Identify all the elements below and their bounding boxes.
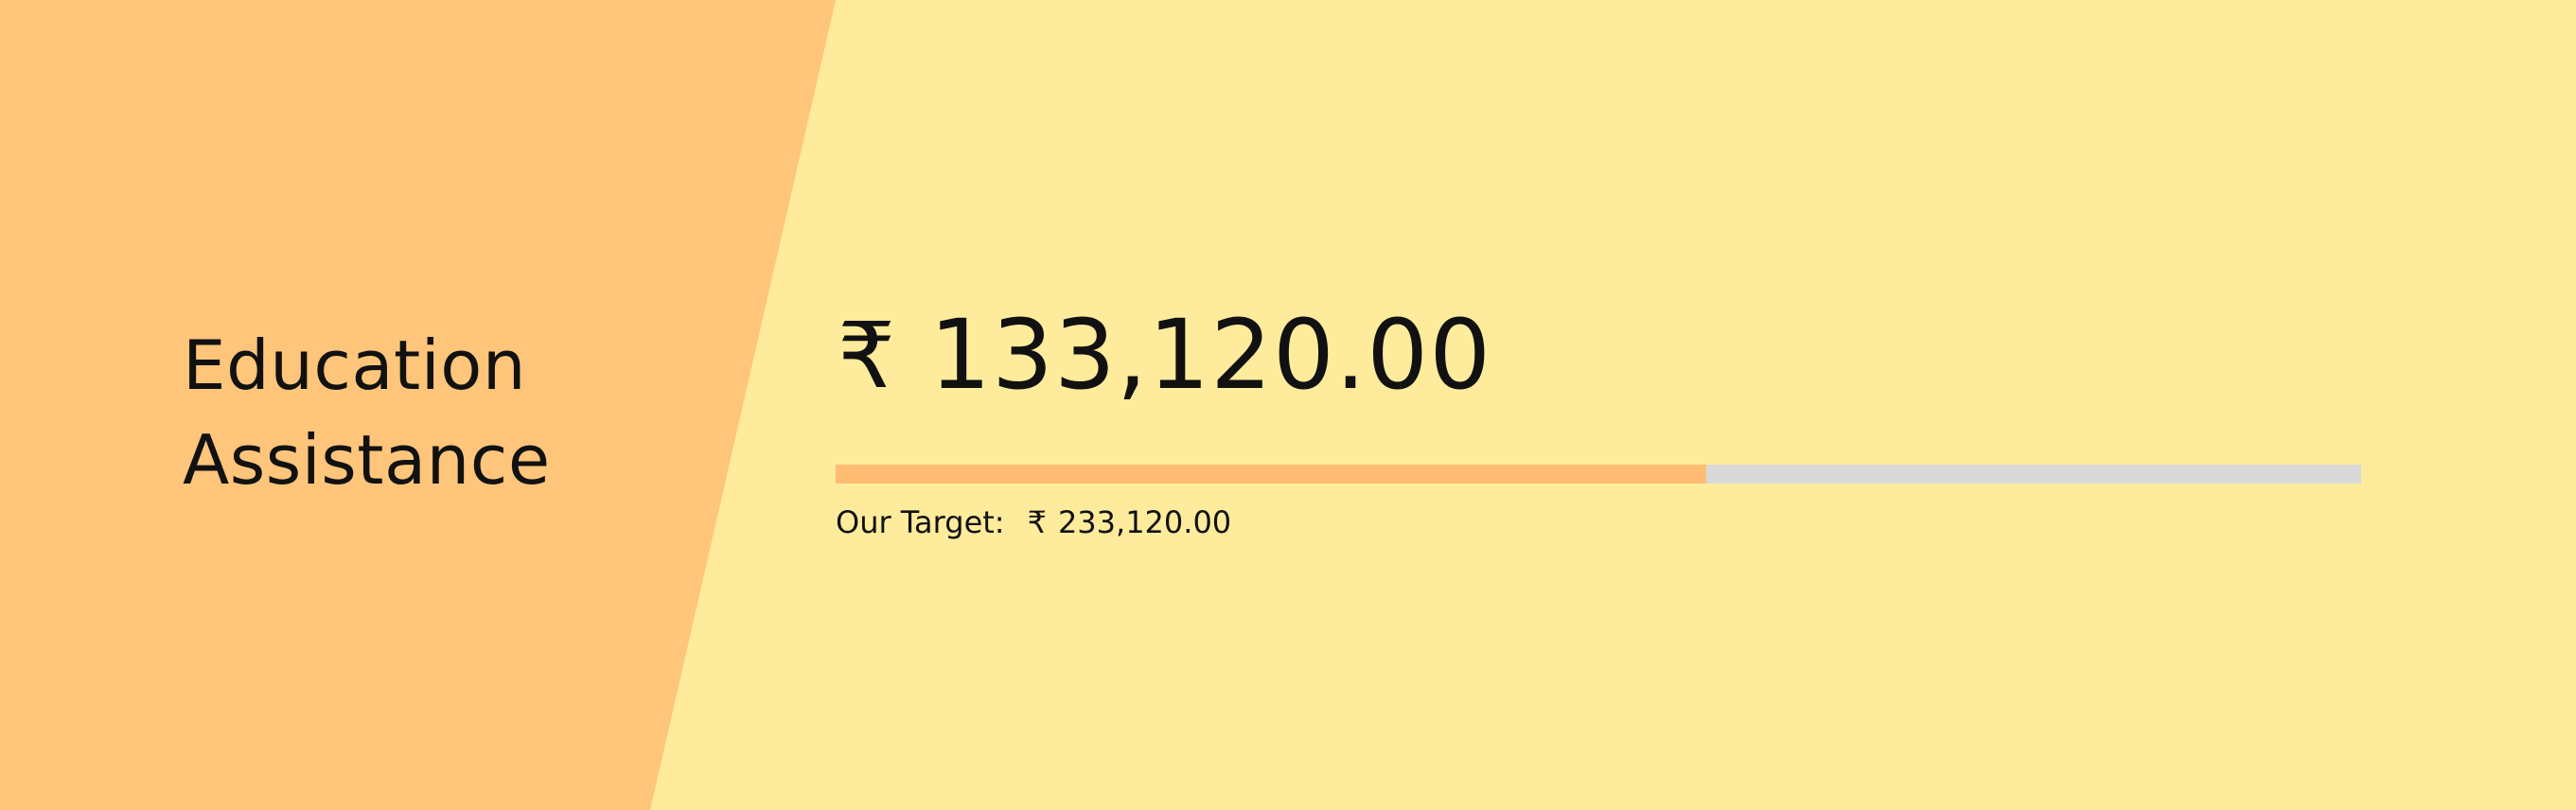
raised-amount-row: ₹ 133,120.00 <box>838 308 1491 404</box>
progress-bar-track <box>836 465 2361 484</box>
target-row: Our Target: ₹ 233,120.00 <box>836 503 1231 541</box>
fundraising-banner: Education Assistance ₹ 133,120.00 Our Ta… <box>0 0 2576 810</box>
target-label: Our Target: <box>836 504 1005 540</box>
campaign-title-line-1: Education <box>183 326 526 405</box>
target-amount: 233,120.00 <box>1057 504 1232 540</box>
progress-bar-fill <box>836 465 1707 484</box>
campaign-title: Education Assistance <box>183 318 551 507</box>
raised-amount: 133,120.00 <box>929 299 1492 412</box>
target-rupee-icon: ₹ <box>1027 504 1047 540</box>
campaign-title-line-2: Assistance <box>183 420 551 500</box>
rupee-icon: ₹ <box>838 303 896 409</box>
